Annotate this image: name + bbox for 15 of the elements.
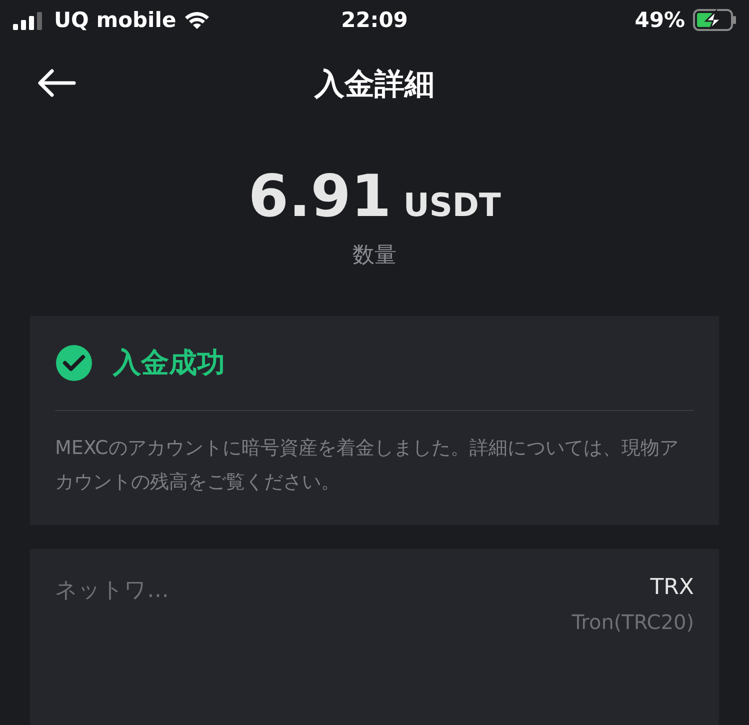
deposit-status: 入金成功 (113, 345, 225, 381)
amount-unit: USDT (403, 186, 501, 224)
battery-icon (693, 9, 738, 31)
clock-time: 22:09 (341, 8, 408, 32)
status-message: MEXCのアカウントに暗号資産を着金しました。詳細については、現物アカウントの残高をご覧ください。 (55, 436, 680, 495)
back-arrow-icon (36, 68, 76, 98)
wifi-icon (184, 10, 210, 30)
detail-value: TRX (650, 575, 694, 600)
battery-percent: 49% (634, 8, 686, 32)
detail-label: ネットワ… (55, 577, 169, 605)
amount-label: 数量 (352, 242, 398, 270)
detail-subvalue: Tron(TRC20) (572, 610, 694, 634)
amount-value: 6.91 (248, 162, 392, 230)
carrier-name: UQ mobile (54, 8, 176, 32)
page-title: 入金詳細 (314, 66, 434, 104)
